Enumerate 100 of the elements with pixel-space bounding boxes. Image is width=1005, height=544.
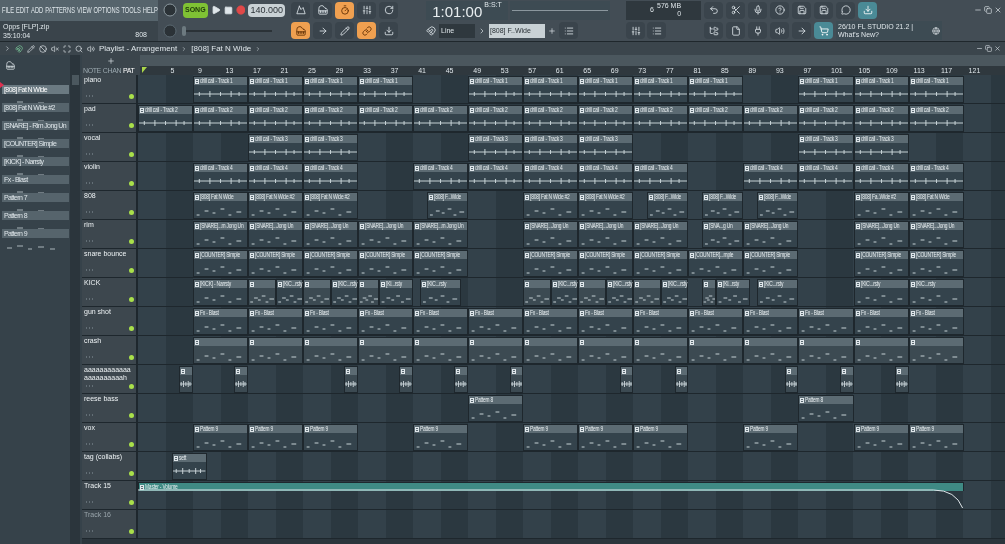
volume-knob-icon[interactable] xyxy=(163,3,177,18)
piano-roll-button[interactable] xyxy=(291,22,310,40)
mute-light[interactable] xyxy=(129,413,134,418)
menu-item[interactable]: ADD xyxy=(31,3,44,18)
pattern-clip[interactable] xyxy=(358,279,379,306)
tempo-display[interactable]: 140.000 xyxy=(248,3,285,17)
close-icon[interactable] xyxy=(994,6,1002,15)
step-button[interactable] xyxy=(357,1,376,19)
stop-icon[interactable] xyxy=(223,5,233,15)
stamp-button[interactable] xyxy=(379,22,398,40)
download-button[interactable] xyxy=(858,1,877,19)
mute-light[interactable] xyxy=(129,471,134,476)
pattern-clip[interactable] xyxy=(303,279,331,306)
audio-clip[interactable] xyxy=(344,366,359,393)
audio-clip[interactable] xyxy=(179,366,193,393)
shop-button[interactable] xyxy=(814,22,833,40)
scrollbar-thumb[interactable] xyxy=(71,75,79,85)
save-button[interactable] xyxy=(792,1,811,19)
menu-item[interactable]: VIEW xyxy=(76,3,92,18)
pencil-icon[interactable] xyxy=(27,44,35,53)
cut-button[interactable] xyxy=(726,1,745,19)
pattern-clip[interactable] xyxy=(523,279,551,306)
mute-light[interactable] xyxy=(129,297,134,302)
playlist-button[interactable] xyxy=(559,22,578,40)
mute-light[interactable] xyxy=(129,123,134,128)
restore-icon[interactable] xyxy=(984,6,992,15)
pattern-clip[interactable] xyxy=(468,337,524,364)
audio-clip[interactable] xyxy=(894,366,909,393)
mute-light[interactable] xyxy=(129,181,134,186)
mute-light[interactable] xyxy=(129,94,134,99)
tools-button[interactable] xyxy=(792,22,811,40)
mute-light[interactable] xyxy=(129,210,134,215)
undo-button[interactable] xyxy=(704,1,723,19)
countdown-button[interactable] xyxy=(335,1,354,19)
snap-magnet-icon[interactable] xyxy=(15,44,23,53)
audio-clip[interactable] xyxy=(509,366,524,393)
mute-light[interactable] xyxy=(129,384,134,389)
menu-item[interactable]: FILE xyxy=(1,3,15,18)
channel-rack-button[interactable] xyxy=(647,22,666,40)
loop-record-button[interactable] xyxy=(379,1,398,19)
audio-clip[interactable] xyxy=(619,366,634,393)
mic-button[interactable] xyxy=(748,1,767,19)
minimize-icon[interactable] xyxy=(976,45,983,52)
mute-light[interactable] xyxy=(129,442,134,447)
menu-item[interactable]: EDIT xyxy=(16,3,30,18)
speaker-icon[interactable] xyxy=(87,44,95,53)
mute-light[interactable] xyxy=(129,239,134,244)
audio-clip[interactable] xyxy=(234,366,249,393)
pattern-clip[interactable] xyxy=(633,337,689,364)
help-button[interactable] xyxy=(770,1,789,19)
menu-item[interactable]: PATTERNS xyxy=(45,3,75,18)
pattern-clip[interactable] xyxy=(688,337,744,364)
mute-light[interactable] xyxy=(129,152,134,157)
mute-light[interactable] xyxy=(129,268,134,273)
select-icon[interactable] xyxy=(63,44,71,53)
file-button[interactable] xyxy=(726,22,745,40)
close-icon[interactable] xyxy=(994,45,1001,52)
pattern-clip[interactable] xyxy=(248,337,304,364)
audio-clip[interactable] xyxy=(399,366,414,393)
menu-item[interactable]: TOOLS xyxy=(121,3,141,18)
pattern-clip[interactable] xyxy=(633,279,661,306)
mute-light[interactable] xyxy=(129,326,134,331)
metronome-button[interactable] xyxy=(291,1,310,19)
audio-button[interactable] xyxy=(770,22,789,40)
pattern-clip[interactable] xyxy=(413,337,469,364)
mute-light[interactable] xyxy=(129,355,134,360)
audio-clip[interactable] xyxy=(454,366,469,393)
play-icon[interactable] xyxy=(210,5,221,16)
link-button[interactable] xyxy=(357,22,376,40)
arrow-button[interactable] xyxy=(313,22,332,40)
pitch-slider-thumb[interactable] xyxy=(182,25,186,36)
add-pattern-icon[interactable] xyxy=(548,26,556,35)
pattern-picker-icon[interactable] xyxy=(6,60,15,70)
restore-icon[interactable] xyxy=(985,45,992,52)
pattern-clip[interactable] xyxy=(358,337,414,364)
pattern-clip[interactable] xyxy=(523,337,579,364)
add-track-icon[interactable] xyxy=(107,56,115,65)
pattern-clip[interactable] xyxy=(303,337,359,364)
pattern-clip[interactable] xyxy=(578,337,634,364)
delete-icon[interactable] xyxy=(39,44,47,53)
pencil-button[interactable] xyxy=(335,22,354,40)
pattern-clip[interactable] xyxy=(702,279,716,306)
export-button[interactable] xyxy=(814,1,833,19)
chat-button[interactable] xyxy=(836,1,855,19)
pattern-clip[interactable] xyxy=(908,337,964,364)
zoom-icon[interactable] xyxy=(75,44,83,53)
audio-clip[interactable] xyxy=(784,366,799,393)
pattern-clip[interactable] xyxy=(853,337,909,364)
audio-clip[interactable] xyxy=(839,366,854,393)
audio-clip[interactable] xyxy=(674,366,689,393)
pattern-clip[interactable] xyxy=(798,337,854,364)
plugin-button[interactable] xyxy=(748,22,767,40)
pattern-clip[interactable] xyxy=(743,337,799,364)
pattern-clip[interactable] xyxy=(248,279,276,306)
playhead-marker-icon[interactable] xyxy=(142,67,147,73)
pattern-clip[interactable] xyxy=(193,337,249,364)
magnet-icon[interactable] xyxy=(426,25,436,36)
expand-icon[interactable] xyxy=(4,45,11,52)
mute-light[interactable] xyxy=(129,500,134,505)
wait-button[interactable] xyxy=(313,1,332,19)
